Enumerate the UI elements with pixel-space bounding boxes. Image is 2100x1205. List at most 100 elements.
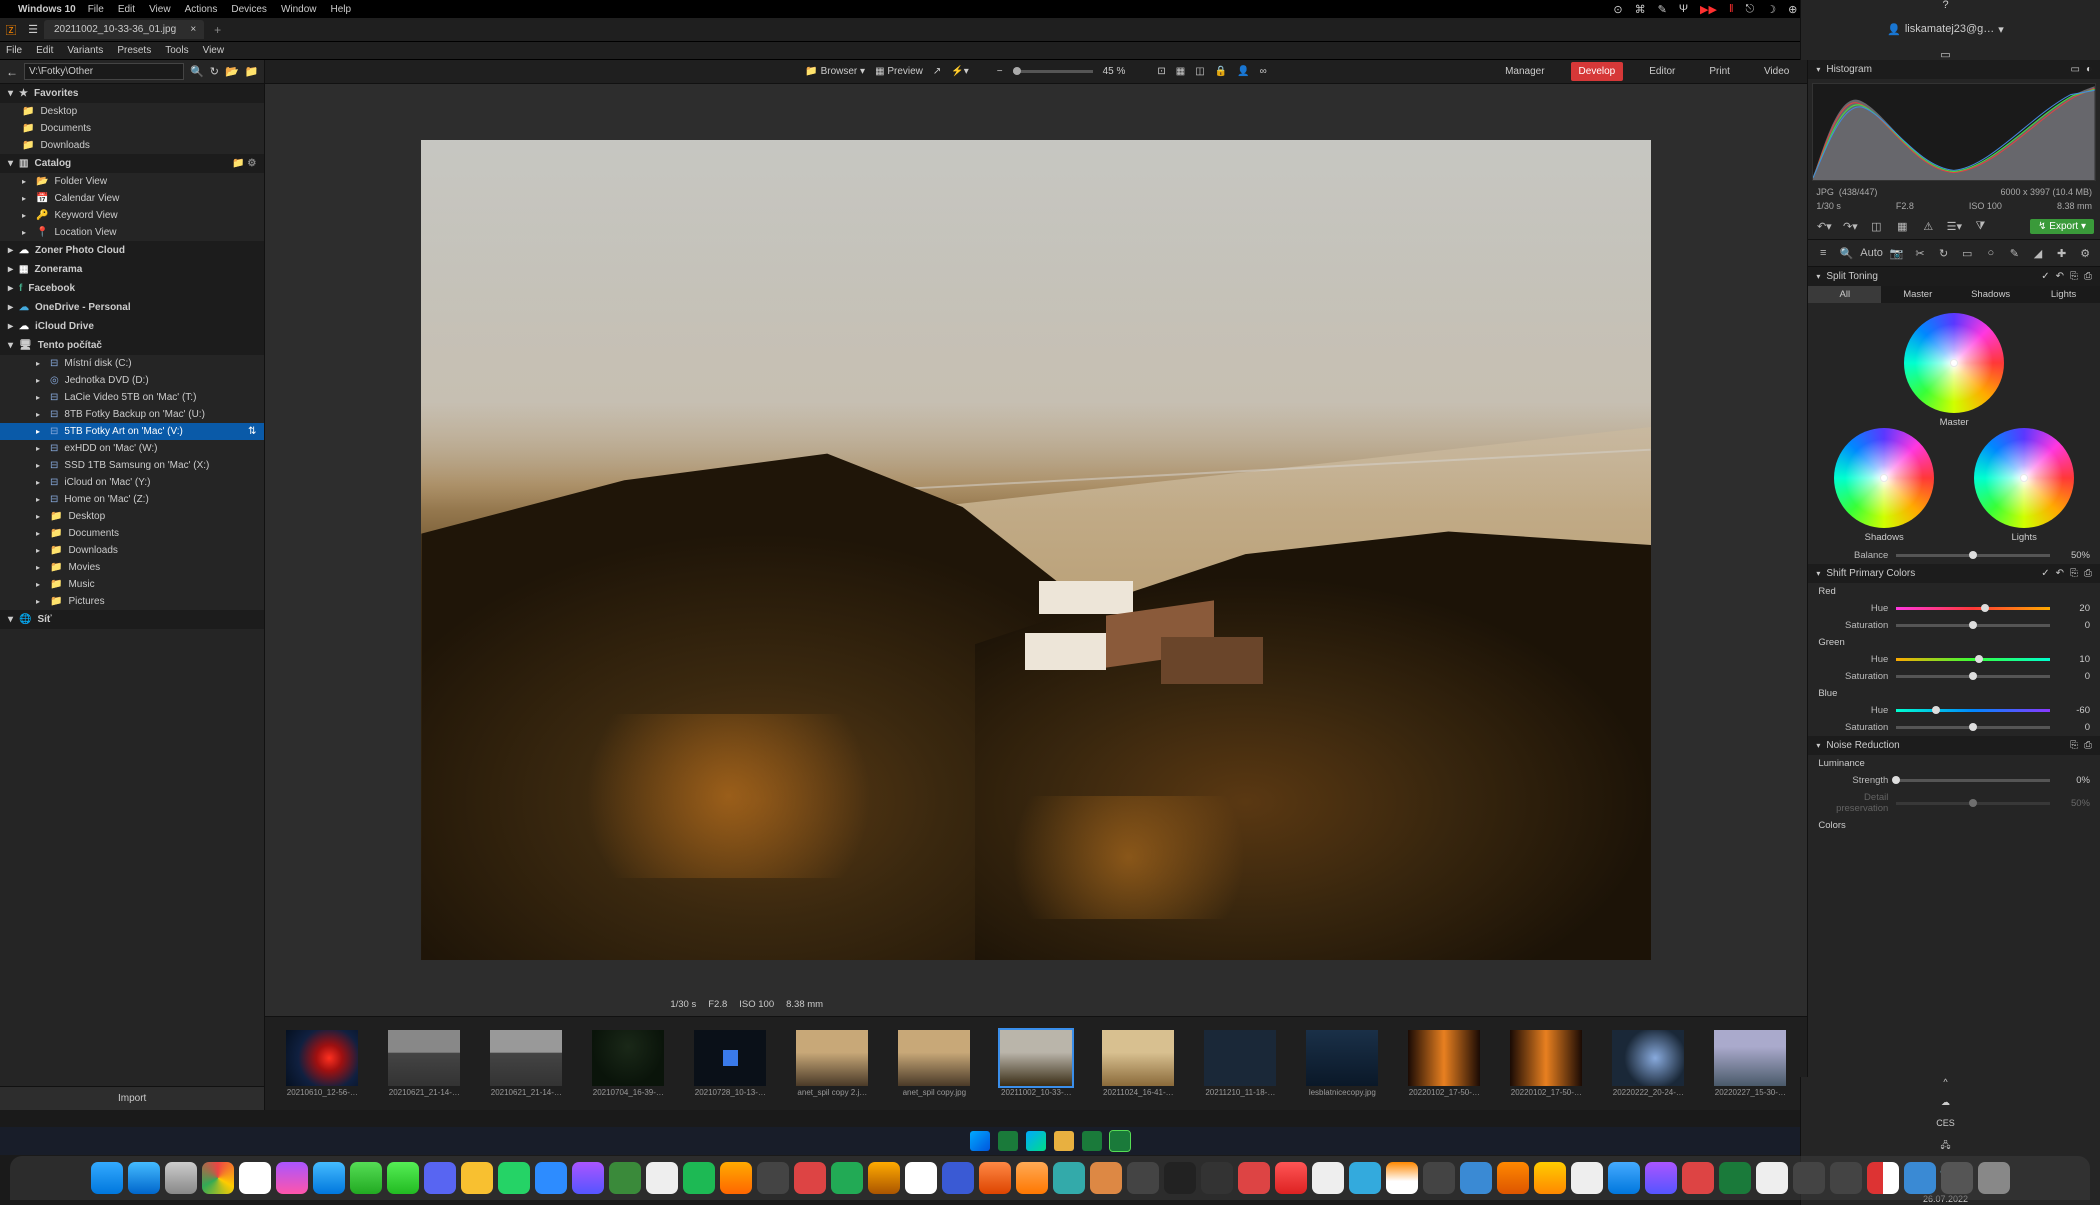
mac-menu-window[interactable]: Window bbox=[281, 4, 317, 15]
tree-pc-header[interactable]: ▾🖥 Tento počítač bbox=[0, 336, 264, 355]
dock-app-icon[interactable] bbox=[1201, 1162, 1233, 1194]
noise-strength-slider[interactable] bbox=[1896, 779, 2050, 782]
reset-icon[interactable]: ↶ bbox=[2056, 568, 2064, 579]
dock-app-icon[interactable] bbox=[646, 1162, 678, 1194]
dock[interactable] bbox=[10, 1156, 2090, 1200]
copy-icon[interactable]: ⎘ bbox=[2070, 568, 2078, 579]
tray-icon[interactable]: ✎ bbox=[1658, 3, 1667, 16]
dock-zoom-icon[interactable] bbox=[535, 1162, 567, 1194]
app-menu-presets[interactable]: Presets bbox=[117, 45, 151, 56]
external-icon[interactable]: ↗ bbox=[933, 66, 941, 77]
win-edge-icon[interactable] bbox=[1026, 1131, 1046, 1151]
path-input[interactable] bbox=[24, 63, 184, 80]
zoom-icon[interactable]: 🔍 bbox=[1838, 244, 1856, 262]
camera-icon[interactable]: 📷 bbox=[1888, 244, 1906, 262]
undo-icon[interactable]: ↶▾ bbox=[1814, 217, 1834, 235]
tree-zonerama-header[interactable]: ▸▦ Zonerama bbox=[0, 260, 264, 279]
histogram-header[interactable]: ▾Histogram ▭◐ bbox=[1808, 60, 2100, 79]
dock-app-icon[interactable] bbox=[1793, 1162, 1825, 1194]
tree-drive-c[interactable]: ▸⊟Místní disk (C:) bbox=[0, 355, 264, 372]
dock-app-icon[interactable] bbox=[720, 1162, 752, 1194]
dock-app-icon[interactable] bbox=[1941, 1162, 1973, 1194]
tree-drive-y[interactable]: ▸⊟iCloud on 'Mac' (Y:) bbox=[0, 474, 264, 491]
heal-icon[interactable]: ✚ bbox=[2053, 244, 2071, 262]
win-tray-net-icon[interactable]: 🖧 bbox=[1940, 1138, 1950, 1154]
person-icon[interactable]: 👤 bbox=[1237, 66, 1249, 77]
blue-sat-slider[interactable] bbox=[1896, 726, 2050, 729]
import-button[interactable]: Import bbox=[0, 1086, 264, 1110]
dock-app-icon[interactable] bbox=[239, 1162, 271, 1194]
tree-drive-v[interactable]: ▸⊟5TB Fotky Art on 'Mac' (V:)⇅ bbox=[0, 423, 264, 440]
tray-icon[interactable]: Ψ bbox=[1679, 3, 1688, 15]
red-hue-slider[interactable] bbox=[1896, 607, 2050, 610]
tree-drive-t[interactable]: ▸⊟LaCie Video 5TB on 'Mac' (T:) bbox=[0, 389, 264, 406]
warn-icon[interactable]: ⚠ bbox=[1918, 217, 1938, 235]
win-excel-icon[interactable] bbox=[998, 1131, 1018, 1151]
win-start-icon[interactable] bbox=[970, 1131, 990, 1151]
thumb[interactable]: 20220102_17-50-… bbox=[1499, 1030, 1593, 1097]
circle-icon[interactable]: ○ bbox=[1982, 244, 2000, 262]
dock-discord-icon[interactable] bbox=[424, 1162, 456, 1194]
filter-icon[interactable]: ⧩ bbox=[1970, 217, 1990, 235]
st-tab-shadows[interactable]: Shadows bbox=[1954, 286, 2027, 303]
st-tab-master[interactable]: Master bbox=[1881, 286, 1954, 303]
thumb[interactable]: anet_spil copy 2.j… bbox=[785, 1030, 879, 1097]
browser-button[interactable]: 📁 Browser ▾ bbox=[805, 66, 865, 77]
dock-safari-icon[interactable] bbox=[128, 1162, 160, 1194]
split-toning-header[interactable]: ▾Split Toning ✓↶⎘⎙ bbox=[1808, 267, 2100, 286]
noise-header[interactable]: ▾Noise Reduction ⎘⎙ bbox=[1808, 736, 2100, 755]
zoom-out-icon[interactable]: − bbox=[997, 66, 1003, 77]
gradient-icon[interactable]: ◢ bbox=[2029, 244, 2047, 262]
tab-editor[interactable]: Editor bbox=[1641, 62, 1683, 81]
dock-mail-icon[interactable] bbox=[313, 1162, 345, 1194]
tree-folder-pictures[interactable]: ▸📁Pictures bbox=[0, 593, 264, 610]
dock-app-icon[interactable] bbox=[1238, 1162, 1270, 1194]
app-menu-variants[interactable]: Variants bbox=[67, 45, 103, 56]
tree-item-keywordview[interactable]: ▸🔑Keyword View bbox=[0, 207, 264, 224]
win-tray-cloud-icon[interactable]: ☁ bbox=[1941, 1097, 1950, 1108]
tray-icon[interactable]: ⊕ bbox=[1788, 3, 1797, 16]
dock-messages-icon[interactable] bbox=[387, 1162, 419, 1194]
green-hue-slider[interactable] bbox=[1896, 658, 2050, 661]
check-icon[interactable]: ✓ bbox=[2041, 271, 2049, 282]
tree-drive-u[interactable]: ▸⊟8TB Fotky Backup on 'Mac' (U:) bbox=[0, 406, 264, 423]
paste-icon[interactable]: ⎙ bbox=[2084, 271, 2092, 282]
dock-app-icon[interactable] bbox=[609, 1162, 641, 1194]
tree-folder-desktop[interactable]: ▸📁Desktop bbox=[0, 508, 264, 525]
win-tray-lang[interactable]: CES bbox=[1936, 1118, 1955, 1128]
dock-app-icon[interactable] bbox=[1423, 1162, 1455, 1194]
tray-icon[interactable]: ⌘ bbox=[1635, 3, 1646, 16]
tray-icon[interactable]: ⊙ bbox=[1613, 3, 1622, 16]
window-icon[interactable]: ▭ bbox=[1940, 48, 1950, 61]
search-icon[interactable]: 🔍 bbox=[190, 65, 204, 78]
thumb[interactable]: anet_spil copy.jpg bbox=[887, 1030, 981, 1097]
link-icon[interactable]: ∞ bbox=[1260, 66, 1267, 77]
dock-app-icon[interactable] bbox=[794, 1162, 826, 1194]
dock-app-icon[interactable] bbox=[572, 1162, 604, 1194]
dock-app-icon[interactable] bbox=[1053, 1162, 1085, 1194]
export-button[interactable]: ↯ Export ▾ bbox=[2030, 219, 2094, 234]
blue-hue-slider[interactable] bbox=[1896, 709, 2050, 712]
paste-icon[interactable]: ⎙ bbox=[2084, 740, 2092, 751]
tree-drive-w[interactable]: ▸⊟exHDD on 'Mac' (W:) bbox=[0, 440, 264, 457]
list-icon[interactable]: ☰▾ bbox=[1944, 217, 1964, 235]
compare-icon[interactable]: ◫ bbox=[1195, 66, 1204, 77]
tray-icon[interactable]: ▶▶ bbox=[1700, 3, 1717, 16]
tree-item-documents[interactable]: 📁Documents bbox=[0, 120, 264, 137]
tree-folder-documents[interactable]: ▸📁Documents bbox=[0, 525, 264, 542]
list-icon[interactable]: ☰ bbox=[22, 23, 44, 36]
app-menu-edit[interactable]: Edit bbox=[36, 45, 53, 56]
gear-icon[interactable]: ⚙ bbox=[2076, 244, 2094, 262]
thumb[interactable]: 20210610_12-56-… bbox=[275, 1030, 369, 1097]
dock-app-icon[interactable] bbox=[1534, 1162, 1566, 1194]
redo-icon[interactable]: ↷▾ bbox=[1840, 217, 1860, 235]
dock-whatsapp-icon[interactable] bbox=[498, 1162, 530, 1194]
preview-button[interactable]: ▦ Preview bbox=[875, 66, 923, 77]
help-icon[interactable]: ? bbox=[1942, 0, 1948, 11]
dock-app-icon[interactable] bbox=[1312, 1162, 1344, 1194]
st-tab-all[interactable]: All bbox=[1808, 286, 1881, 303]
back-icon[interactable]: ← bbox=[6, 65, 18, 79]
user-menu[interactable]: 👤 liskamatej23@g… ▾ bbox=[1887, 23, 2004, 36]
preview-image[interactable] bbox=[421, 140, 1651, 960]
mac-menu-help[interactable]: Help bbox=[331, 4, 352, 15]
